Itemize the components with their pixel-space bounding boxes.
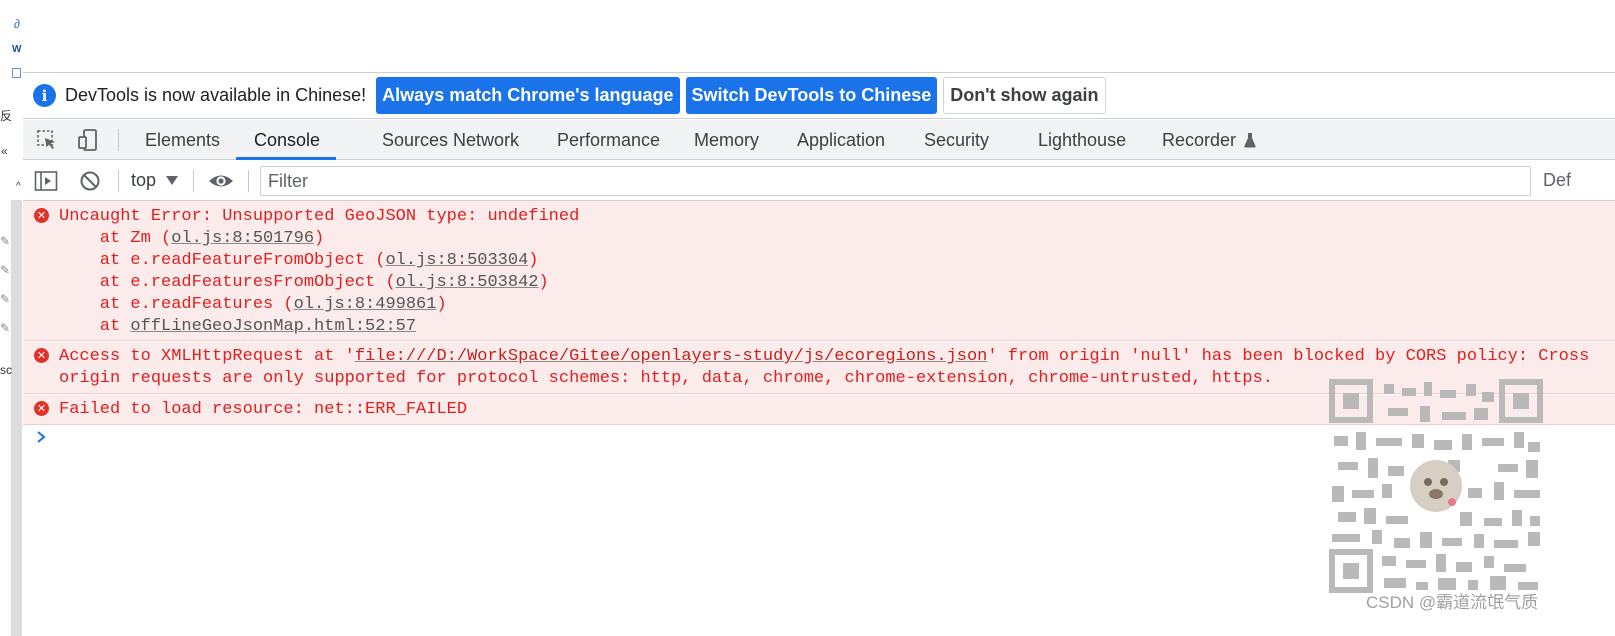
stack-frame-text: at e.readFeatures ( (59, 295, 294, 314)
stack-frame-text: at Zm ( (59, 229, 172, 248)
source-link[interactable]: ol.js:8:501796 (171, 229, 314, 248)
filter-input[interactable] (268, 170, 1530, 192)
tab-network[interactable]: Network (453, 120, 519, 160)
show-sidebar-icon[interactable] (34, 169, 58, 193)
devtools-tab-bar: Elements Console Sources Network Perform… (23, 120, 1615, 160)
inspect-element-icon[interactable] (35, 128, 59, 152)
language-infobar: i DevTools is now available in Chinese! … (23, 73, 1615, 119)
tab-performance[interactable]: Performance (557, 120, 660, 160)
stack-frame: at offLineGeoJsonMap.html:52:57 (59, 316, 416, 338)
console-error-message: ✕ Uncaught Error: Unsupported GeoJSON ty… (23, 201, 1615, 341)
chevron-down-icon (166, 176, 179, 185)
source-link[interactable]: ol.js:8:503842 (396, 273, 539, 292)
page-fragment-glyph: ∂ (14, 17, 20, 31)
clear-console-icon[interactable] (78, 169, 102, 193)
watermark-text: CSDN @霸道流氓气质 (1366, 593, 1539, 612)
infobar-message: DevTools is now available in Chinese! (65, 85, 367, 105)
page-viewport-area (23, 0, 1615, 73)
stack-frame-text: at (59, 317, 131, 336)
page-fragment-text: sc (0, 363, 12, 377)
toolbar-divider (193, 170, 194, 192)
page-fragment-text: « (1, 144, 8, 158)
tab-application[interactable]: Application (797, 120, 885, 160)
toolbar-divider (248, 170, 249, 192)
page-fragment-glyph: ^ (16, 181, 21, 192)
tab-security[interactable]: Security (924, 120, 989, 160)
stack-frame: at e.readFeaturesFromObject (ol.js:8:503… (59, 272, 549, 294)
error-text: Uncaught Error: Unsupported GeoJSON type… (59, 207, 580, 226)
stack-frame: at e.readFeatureFromObject (ol.js:8:5033… (59, 250, 539, 272)
pin-icon: ✎ (0, 292, 11, 306)
error-icon: ✕ (34, 348, 49, 363)
stack-frame-text: at e.readFeatureFromObject ( (59, 251, 386, 270)
tab-recorder-label: Recorder (1162, 129, 1237, 150)
live-expression-eye-icon[interactable] (208, 169, 233, 193)
toolbar-divider (118, 170, 119, 192)
stack-frame: at Zm (ol.js:8:501796) (59, 228, 324, 250)
pin-icon: ✎ (0, 234, 11, 248)
pin-icon: ✎ (0, 321, 11, 335)
page-fragment-glyph: W (12, 44, 22, 55)
qr-code-watermark (1329, 379, 1543, 593)
error-text-part: Access to XMLHttpRequest at ' (59, 347, 355, 366)
switch-to-chinese-button[interactable]: Switch DevTools to Chinese (685, 77, 938, 114)
stack-frame: at e.readFeatures (ol.js:8:499861) (59, 294, 447, 316)
info-icon: i (33, 84, 56, 107)
toolbar-divider (118, 129, 119, 151)
filter-input-box[interactable] (260, 166, 1531, 196)
error-text: Failed to load resource: net::ERR_FAILED (59, 400, 468, 419)
stack-frame-text: ) (528, 251, 539, 270)
default-levels-dropdown[interactable]: Def (1543, 160, 1571, 201)
error-icon: ✕ (34, 401, 49, 416)
error-icon: ✕ (34, 208, 49, 223)
page-gutter (11, 200, 22, 636)
error-text: Access to XMLHttpRequest at 'file:///D:/… (59, 346, 1589, 368)
js-context-label: top (131, 170, 157, 190)
tab-sources[interactable]: Sources (382, 120, 448, 160)
dont-show-again-button[interactable]: Don't show again (943, 77, 1106, 114)
error-text-part: ' from origin 'null' has been blocked by… (987, 347, 1590, 366)
console-toolbar: top Def (23, 160, 1615, 201)
stack-frame-text: at e.readFeaturesFromObject ( (59, 273, 396, 292)
source-link[interactable]: ol.js:8:499861 (294, 295, 437, 314)
pin-icon: ✎ (0, 263, 11, 277)
background-page-strip: ∂ W 反 « ^ ✎ ✎ ✎ ✎ sc (0, 0, 23, 636)
source-link[interactable]: offLineGeoJsonMap.html:52:57 (130, 317, 416, 336)
tab-elements[interactable]: Elements (145, 120, 220, 160)
device-toolbar-icon[interactable] (76, 128, 100, 152)
page-fragment-text: 反 (0, 109, 13, 123)
tab-memory[interactable]: Memory (694, 120, 759, 160)
stack-frame-text: ) (436, 295, 447, 314)
tab-recorder[interactable]: Recorder (1162, 120, 1256, 160)
source-link[interactable]: ol.js:8:503304 (385, 251, 528, 270)
console-prompt-icon[interactable] (35, 430, 47, 444)
stack-frame-text: ) (314, 229, 325, 248)
screen: ∂ W 反 « ^ ✎ ✎ ✎ ✎ sc i DevTools is now a… (0, 0, 1615, 636)
always-match-language-button[interactable]: Always match Chrome's language (376, 77, 680, 114)
page-fragment-icon (12, 68, 21, 78)
js-context-selector[interactable]: top (131, 160, 179, 201)
experimental-flask-icon (1244, 133, 1256, 148)
tab-lighthouse[interactable]: Lighthouse (1038, 120, 1126, 160)
tab-console[interactable]: Console (254, 120, 320, 160)
stack-frame-text: ) (538, 273, 549, 292)
error-text: origin requests are only supported for p… (59, 369, 1273, 388)
source-link[interactable]: file:///D:/WorkSpace/Gitee/openlayers-st… (355, 347, 988, 366)
